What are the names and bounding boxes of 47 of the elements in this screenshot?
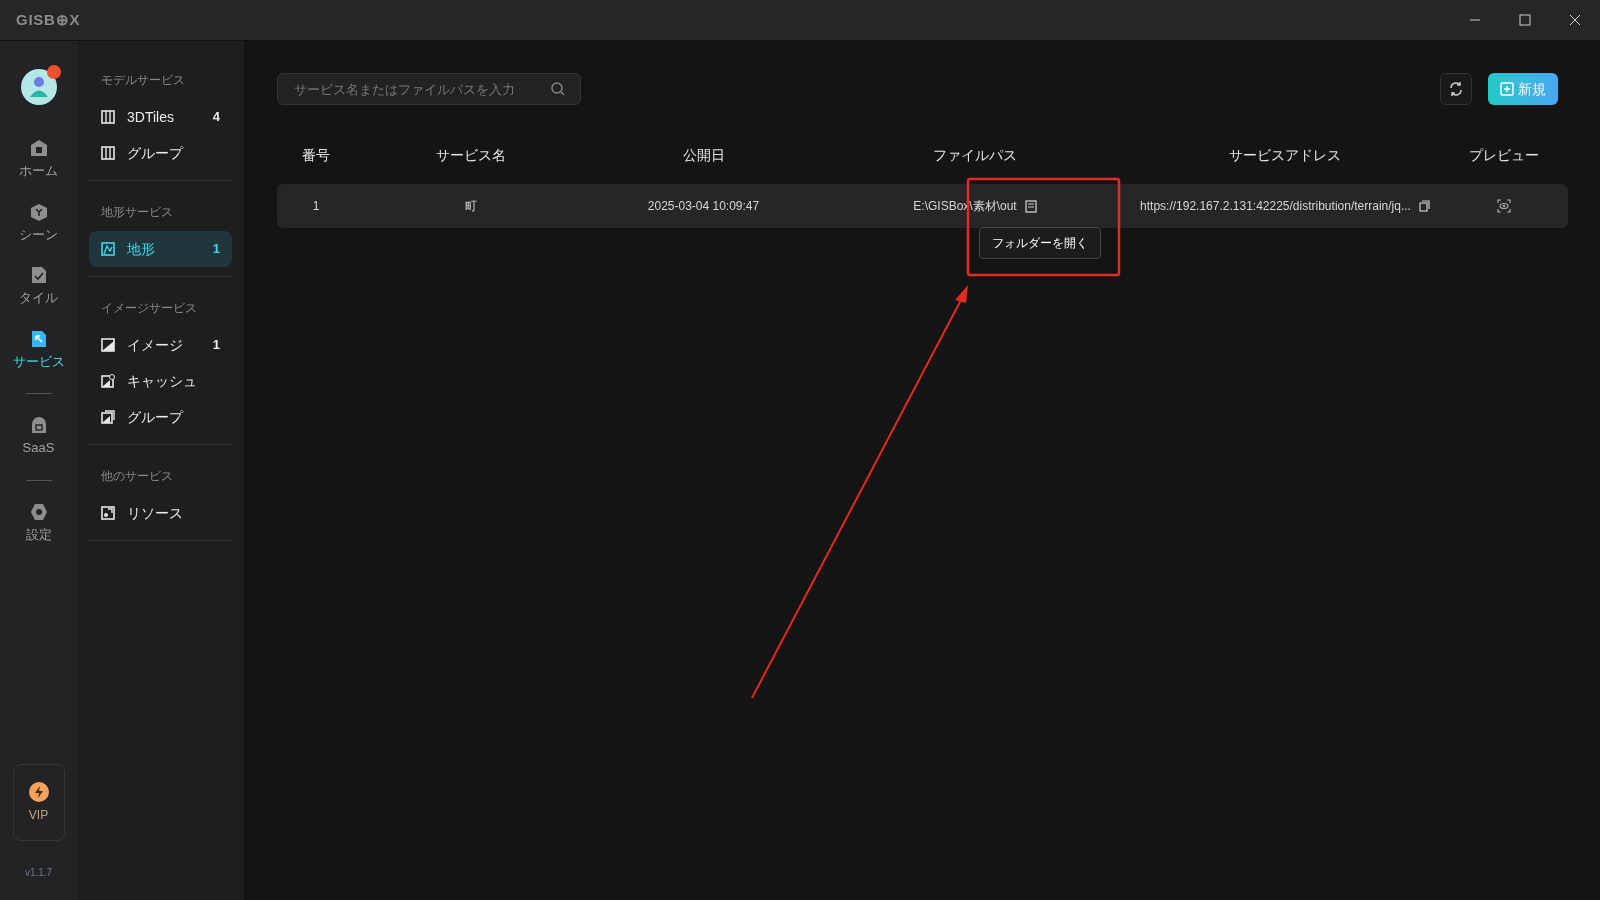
table-cell-text: 町 (465, 198, 477, 215)
refresh-button[interactable] (1440, 73, 1472, 105)
nav-item[interactable]: サービス (12, 329, 65, 371)
table-cell-text: 1 (312, 198, 320, 215)
maximize-icon (1519, 14, 1531, 26)
column-header: 公開日 (682, 146, 725, 163)
section-title: 地形サービス (100, 204, 174, 221)
section-title: 他のサービス (100, 468, 174, 485)
column-header: 番号 (302, 146, 330, 163)
item-count: 1 (212, 240, 220, 259)
section-title: イメージサービス (100, 300, 198, 317)
vip-button[interactable]: VIP (12, 764, 65, 841)
nav-item[interactable]: シーン (19, 202, 58, 244)
column-header: サービスアドレス (1229, 146, 1341, 163)
person-icon (28, 76, 49, 98)
sidebar-item[interactable]: キャッシュ (89, 363, 232, 399)
sidebar-item[interactable]: グループ (89, 135, 232, 171)
item-count: 4 (212, 108, 220, 127)
column-header: プレビュー (1469, 146, 1539, 163)
home-icon (29, 139, 48, 157)
notification-badge (46, 65, 61, 79)
table-cell-text: https://192.167.2.131:42225/distribution/terrain/jq... (1140, 198, 1411, 215)
version-label: v1.1.7 (24, 866, 53, 880)
add-icon (1500, 82, 1514, 96)
nav-item[interactable]: 設定 (25, 502, 52, 544)
search-field[interactable]: サービス名またはファイルパスを入力 (277, 73, 581, 105)
nav-item[interactable]: ホーム (19, 139, 58, 181)
copy-icon[interactable] (1418, 200, 1430, 212)
sidebar-item[interactable]: グループ (89, 399, 232, 435)
table-cell-text: 2025-03-04 10:09:47 (647, 198, 760, 215)
column-header: ファイルパス (933, 146, 1017, 163)
close-icon (1569, 14, 1581, 26)
nav-item[interactable]: SaaS (22, 416, 55, 458)
sidebar-item[interactable]: 地形 1 (89, 231, 232, 267)
tooltip: フォルダーを開く (979, 227, 1101, 259)
column-header: サービス名 (436, 146, 506, 163)
nav-item[interactable]: タイル (19, 266, 58, 308)
section-title: モデルサービス (100, 72, 186, 89)
app-logo: GISB⊕X (16, 9, 81, 30)
sidebar-item[interactable]: リソース (89, 495, 232, 531)
search-icon (551, 82, 565, 96)
preview-icon[interactable] (1497, 199, 1511, 213)
refresh-icon (1448, 81, 1464, 97)
sidebar-item[interactable]: イメージ 1 (89, 327, 232, 363)
item-count: 1 (212, 336, 220, 355)
sidebar-item[interactable]: 3DTiles 4 (89, 99, 232, 135)
lightning-icon (28, 781, 49, 802)
